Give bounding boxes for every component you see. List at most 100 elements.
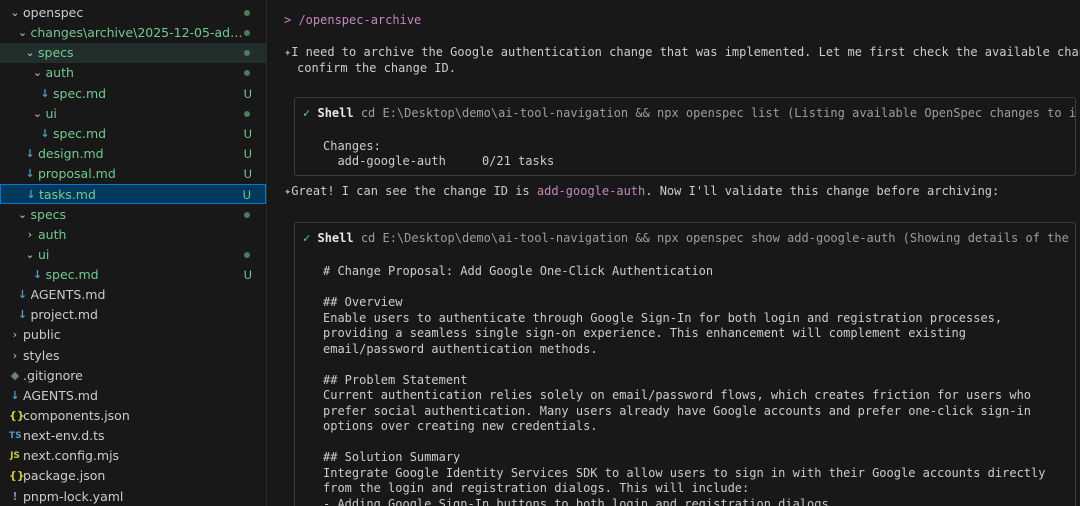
assistant-message-1-cont: confirm the change ID. — [297, 60, 456, 76]
javascript-icon: JS — [10, 451, 20, 462]
explorer-item-label: next-env.d.ts — [23, 428, 105, 444]
shell-output-line: add-google-auth 0/21 tasks — [323, 154, 555, 168]
git-status-badge: U — [243, 267, 252, 282]
explorer-item[interactable]: ⌄ specs — [0, 205, 266, 225]
check-icon: ✓ — [303, 231, 311, 245]
explorer-item-label: spec.md — [53, 125, 107, 141]
explorer-item[interactable]: ↓ design.md U — [0, 144, 266, 164]
chevron-down-icon: ⌄ — [17, 26, 28, 40]
shell-output-line: providing a seamless single sign-on expe… — [323, 326, 966, 340]
explorer-item[interactable]: {} components.json — [0, 406, 266, 426]
explorer-item-label: specs — [30, 206, 67, 222]
git-status-badge: U — [243, 126, 252, 141]
explorer-item[interactable]: ◆ .gitignore — [0, 366, 266, 386]
explorer-item-label: package.json — [23, 468, 106, 484]
message-line: I need to archive the Google authenticat… — [291, 45, 1080, 59]
shell-block-1[interactable]: ✓ Shell cd E:\Desktop\demo\ai-tool-navig… — [294, 97, 1076, 176]
modified-dot-icon — [244, 30, 250, 37]
shell-output-line: from the login and registration dialogs.… — [323, 481, 750, 495]
chevron-down-icon: ⌄ — [25, 46, 35, 60]
explorer-item[interactable]: ↓ tasks.md U — [0, 184, 266, 205]
explorer-item[interactable]: ⌄ specs — [0, 43, 266, 64]
markdown-icon: ↓ — [25, 167, 35, 181]
chevron-right-icon: › — [12, 348, 18, 362]
explorer-item-label: specs — [38, 45, 74, 61]
git-icon: ◆ — [10, 368, 20, 382]
explorer-item[interactable]: ⌄ ui — [0, 104, 266, 124]
explorer-item-label: spec.md — [45, 266, 99, 282]
command-text: > /openspec-archive — [284, 13, 422, 27]
chevron-down-icon: ⌄ — [25, 247, 35, 261]
explorer-sidebar: ⌄ openspec ⌄ changes\archive\2025-12-05-add… — [0, 0, 267, 506]
explorer-item[interactable]: › public — [0, 325, 266, 345]
explorer-item[interactable]: ⌄ auth — [0, 63, 266, 83]
modified-dot-icon — [244, 70, 250, 77]
explorer-item[interactable]: ↓ AGENTS.md — [0, 285, 266, 305]
explorer-item[interactable]: ↓ spec.md U — [0, 124, 266, 144]
explorer-item-label: styles — [23, 347, 60, 363]
shell-output-line: ## Problem Statement — [323, 372, 468, 387]
shell-command: cd E:\Desktop\demo\ai-tool-navigation &&… — [360, 106, 1076, 120]
shell-block-2[interactable]: ✓ Shell cd E:\Desktop\demo\ai-tool-navig… — [294, 222, 1076, 506]
chevron-down-icon: ⌄ — [10, 6, 20, 19]
markdown-icon: ↓ — [40, 126, 50, 140]
typescript-icon: TS — [9, 431, 22, 442]
chevron-down-icon: ⌄ — [32, 106, 43, 120]
shell-output-line: prefer social authentication. Many users… — [323, 403, 1032, 418]
explorer-item-label: project.md — [30, 307, 98, 323]
markdown-icon: ↓ — [32, 267, 43, 281]
change-id-highlight: add-google-auth — [536, 184, 646, 198]
yaml-icon: ! — [12, 489, 18, 503]
explorer-item-label: ui — [45, 105, 57, 121]
explorer-item[interactable]: ↓ spec.md U — [0, 265, 266, 285]
explorer-item[interactable]: ⌄ openspec — [0, 3, 266, 23]
modified-dot-icon — [244, 50, 250, 57]
explorer-item[interactable]: ↓ proposal.md U — [0, 164, 266, 184]
explorer-item[interactable]: ! pnpm-lock.yaml — [0, 487, 266, 506]
shell-output-line: - Adding Google Sign-In buttons to both … — [323, 496, 829, 506]
explorer-item-label: openspec — [23, 5, 84, 20]
explorer-item[interactable]: ↓ spec.md U — [0, 84, 266, 104]
json-icon: {} — [9, 469, 25, 483]
shell-output-line: # Change Proposal: Add Google One-Click … — [323, 264, 714, 278]
explorer-item-label: pnpm-lock.yaml — [23, 488, 124, 504]
markdown-icon: ↓ — [17, 288, 28, 302]
explorer-item-label: auth — [38, 226, 67, 242]
shell-command: cd E:\Desktop\demo\ai-tool-navigation &&… — [360, 231, 1075, 245]
shell-output-line: ## Solution Summary — [323, 450, 461, 464]
assistant-message-2: ✦Great! I can see the change ID is add-g… — [284, 183, 999, 199]
shell-output-line: options over creating new credentials. — [323, 419, 598, 433]
shell-label: Shell — [317, 231, 354, 245]
shell-output-line: Current authentication relies solely on … — [323, 388, 1032, 402]
explorer-item[interactable]: ↓ project.md — [0, 305, 266, 325]
explorer-item[interactable]: › auth — [0, 225, 266, 245]
explorer-item-label: public — [23, 327, 61, 343]
explorer-item-label: tasks.md — [39, 187, 96, 203]
check-icon: ✓ — [303, 106, 311, 120]
git-status-badge: U — [242, 188, 251, 203]
explorer-item[interactable]: ⌄ ui — [0, 245, 266, 265]
explorer-item[interactable]: JS next.config.mjs — [0, 446, 266, 466]
explorer-item[interactable]: ⌄ changes\archive\2025-12-05-add-g... — [0, 23, 266, 43]
shell-output-line: Enable users to authenticate through Goo… — [323, 310, 1003, 325]
git-status-badge: U — [243, 147, 252, 162]
markdown-icon: ↓ — [25, 147, 35, 161]
shell-header: ✓ Shell cd E:\Desktop\demo\ai-tool-navig… — [303, 106, 1076, 120]
shell-label: Shell — [317, 106, 354, 120]
explorer-item-label: ui — [38, 246, 50, 262]
command-line: > /openspec-archive — [284, 12, 421, 28]
markdown-icon: ↓ — [40, 86, 50, 100]
explorer-item[interactable]: TS next-env.d.ts — [0, 426, 266, 446]
git-status-badge: U — [243, 167, 252, 182]
message-text: . Now I'll validate this change before a… — [645, 184, 1000, 198]
explorer-item[interactable]: ↓ AGENTS.md — [0, 386, 266, 406]
modified-dot-icon — [244, 211, 250, 218]
chevron-down-icon: ⌄ — [17, 207, 28, 221]
explorer-item-label: changes\archive\2025-12-05-add-g... — [30, 25, 244, 41]
explorer-item[interactable]: › styles — [0, 346, 266, 366]
shell-output-line: Integrate Google Identity Services SDK t… — [323, 465, 1046, 480]
explorer-item-label: AGENTS.md — [23, 387, 98, 403]
explorer-item[interactable]: {} package.json — [0, 466, 266, 486]
explorer-item-label: auth — [45, 65, 74, 81]
explorer-item-label: design.md — [38, 146, 104, 162]
